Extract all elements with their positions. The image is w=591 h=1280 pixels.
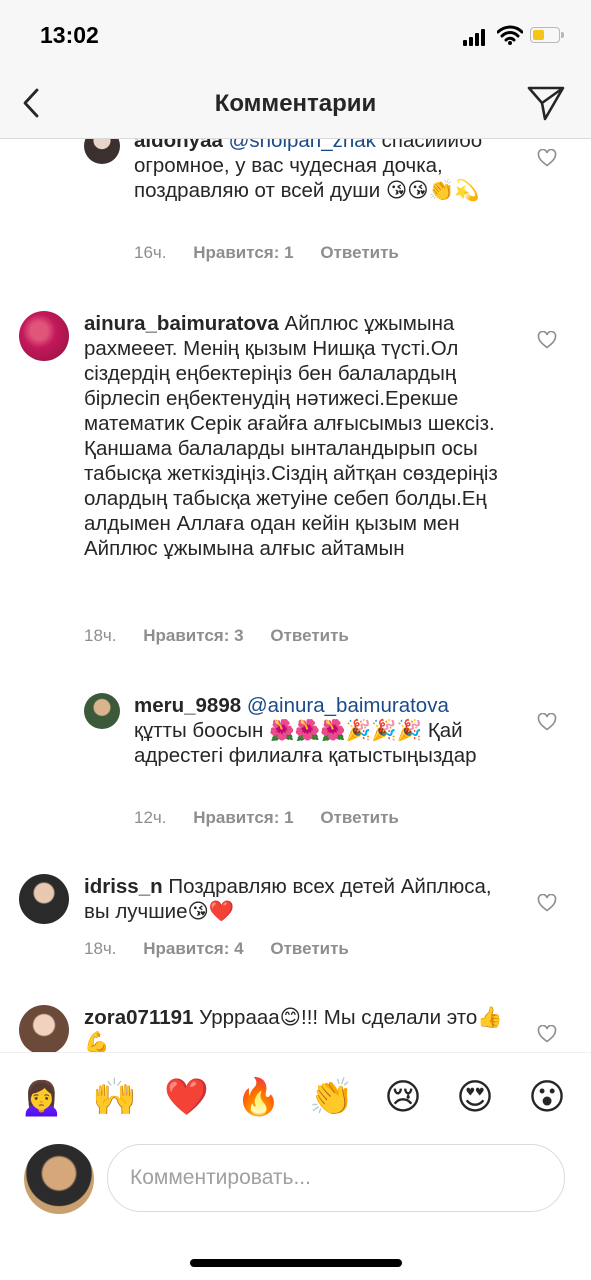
home-indicator[interactable] <box>190 1259 402 1267</box>
comment-body: Айплюс ұжымына рахмееет. Менің қызым Ниш… <box>84 312 498 560</box>
comment-time: 12ч. <box>134 808 167 827</box>
status-time: 13:02 <box>40 22 99 48</box>
comment-meta: 12ч. Нравится: 1 Ответить <box>134 808 399 828</box>
like-heart-icon[interactable] <box>537 713 557 731</box>
comment-username[interactable]: meru_9898 <box>134 694 241 717</box>
page-title: Комментарии <box>214 90 377 117</box>
reply-button[interactable]: Ответить <box>320 243 399 262</box>
comment-text: ainura_baimuratova Айплюс ұжымына рахмее… <box>84 311 504 561</box>
comment-body: құтты боосын 🌺🌺🌺🎉🎉🎉 Қай адрестегі филиал… <box>134 719 477 767</box>
comment-time: 18ч. <box>84 939 117 958</box>
comment-username[interactable]: zora071191 <box>84 1006 193 1029</box>
reply-button[interactable]: Ответить <box>270 626 349 645</box>
crying-face-emoji[interactable]: 😢 <box>381 1075 425 1119</box>
comment-username[interactable]: idriss_n <box>84 875 163 898</box>
surprised-face-emoji[interactable]: 😮 <box>525 1075 569 1119</box>
comment-input-container[interactable] <box>107 1144 565 1212</box>
comment-username[interactable]: ainura_baimuratova <box>84 312 279 335</box>
avatar[interactable] <box>19 874 69 924</box>
comment-mention[interactable]: @ainura_baimuratova <box>247 694 449 717</box>
comment-username[interactable]: aidonyaa <box>134 139 223 152</box>
comment-text: aidonyaa @sholpan_znak спасииибо огромно… <box>134 139 504 203</box>
woman-pouting-emoji[interactable]: 🙍‍♀️ <box>19 1075 64 1119</box>
reply-button[interactable]: Ответить <box>270 939 349 958</box>
comment-text: idriss_n Поздравляю всех детей Айплюса, … <box>84 874 504 924</box>
emoji-quick-bar: 🙍‍♀️ 🙌 ❤️ 🔥 👏 😢 😍 😮 <box>0 1052 591 1145</box>
like-heart-icon[interactable] <box>537 149 557 167</box>
likes-count[interactable]: Нравится: 4 <box>143 939 243 958</box>
comment-meta: 18ч. Нравится: 3 Ответить <box>84 626 349 646</box>
avatar[interactable] <box>84 693 120 729</box>
header: Комментарии <box>0 72 591 139</box>
like-heart-icon[interactable] <box>537 331 557 349</box>
reply-button[interactable]: Ответить <box>320 808 399 827</box>
comment-text: meru_9898 @ainura_baimuratova құтты боос… <box>134 693 504 768</box>
comment-mention[interactable]: @sholpan_znak <box>229 139 376 152</box>
comment-text: zora071191 Урррааа😊!!! Мы сделали это👍💪 <box>84 1005 504 1052</box>
clapping-hands-emoji[interactable]: 👏 <box>309 1075 354 1119</box>
avatar[interactable] <box>84 139 120 164</box>
heart-eyes-emoji[interactable]: 😍 <box>453 1075 497 1119</box>
direct-send-icon[interactable] <box>526 84 566 122</box>
likes-count[interactable]: Нравится: 1 <box>193 243 293 262</box>
comment-meta: 18ч. Нравится: 4 Ответить <box>84 939 349 959</box>
likes-count[interactable]: Нравится: 3 <box>143 626 243 645</box>
battery-icon <box>530 27 566 45</box>
status-bar: 13:02 <box>0 0 591 72</box>
avatar[interactable] <box>19 1005 69 1052</box>
comment-time: 18ч. <box>84 626 117 645</box>
comments-list[interactable]: aidonyaa @sholpan_znak спасииибо огромно… <box>0 139 591 1052</box>
comment-meta: 16ч. Нравится: 1 Ответить <box>134 243 399 263</box>
raising-hands-emoji[interactable]: 🙌 <box>92 1075 137 1119</box>
comment-time: 16ч. <box>134 243 167 262</box>
current-user-avatar <box>24 1144 94 1214</box>
likes-count[interactable]: Нравится: 1 <box>193 808 293 827</box>
like-heart-icon[interactable] <box>537 1025 557 1043</box>
like-heart-icon[interactable] <box>537 894 557 912</box>
comment-input[interactable] <box>128 1165 532 1191</box>
avatar[interactable] <box>19 311 69 361</box>
signal-icon <box>463 28 489 46</box>
wifi-icon <box>497 25 523 45</box>
red-heart-emoji[interactable]: ❤️ <box>164 1075 209 1119</box>
fire-emoji[interactable]: 🔥 <box>236 1075 281 1119</box>
